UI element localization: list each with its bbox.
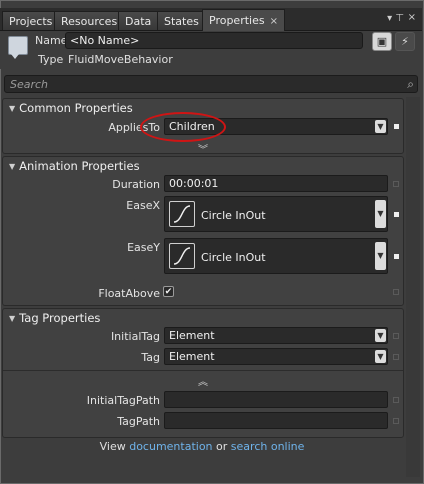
duration-field[interactable]: 00:00:01 [164,175,388,192]
properties-icon: ▣ [376,35,388,48]
name-label: Name [35,34,68,47]
initialtagpath-label: InitialTagPath [86,394,160,407]
chevron-down-icon[interactable]: ▼ [375,242,386,270]
property-marker-icon[interactable] [394,124,399,129]
applies-to-label: AppliesTo [108,121,160,134]
tagpath-field[interactable] [164,412,388,429]
type-value: FluidMoveBehavior [68,53,173,66]
tab-label: Data [125,15,152,28]
footer-text: or [216,440,228,453]
collapse-triangle-icon: ▼ [9,162,16,171]
collapse-advanced-icon[interactable]: ︽ [198,373,208,388]
tab-label: Resources [61,15,118,28]
initialtagpath-field[interactable] [164,391,388,408]
ease-curve-icon [169,243,195,269]
type-label: Type [38,53,64,66]
easey-value: Circle InOut [201,251,266,264]
property-marker-icon[interactable] [393,289,399,295]
scrollbar[interactable] [406,97,420,477]
property-marker-icon[interactable] [393,354,399,360]
chevron-down-icon[interactable]: ▼ [375,350,386,363]
floatabove-checkbox[interactable]: ✔ [163,286,174,297]
documentation-link[interactable]: documentation [129,440,212,453]
initialtag-label: InitialTag [110,330,160,343]
events-view-button[interactable]: ⚡ [395,32,415,51]
easex-label: EaseX [126,199,160,212]
close-icon[interactable]: × [408,12,416,23]
checkmark-icon: ✔ [164,287,173,297]
tab-properties[interactable]: Properties × [202,9,285,31]
collapse-triangle-icon: ▼ [9,104,16,113]
help-footer: View documentation or search online [0,440,404,453]
advanced-divider [3,370,403,371]
property-marker-icon[interactable] [393,397,399,403]
easey-label: EaseY [127,241,160,254]
section-title: Animation Properties [19,159,140,173]
tag-dropdown[interactable]: Element [164,348,388,365]
property-marker-icon[interactable] [394,254,399,259]
object-header: Name <No Name> Type FluidMoveBehavior ▣ … [0,31,422,69]
easex-value: Circle InOut [201,209,266,222]
lightning-icon: ⚡ [401,35,409,48]
collapse-triangle-icon: ▼ [9,314,16,323]
floatabove-label: FloatAbove [98,287,160,300]
applies-to-value: Children [169,120,215,133]
section-title: Common Properties [19,101,133,115]
pin-icon[interactable]: ▾ ⊤ [387,13,404,24]
property-marker-icon[interactable] [393,418,399,424]
ease-curve-icon [169,201,195,227]
panel-tab-strip: Projects Resources Data States Propertie… [0,8,422,31]
property-marker-icon[interactable] [393,181,399,187]
search-icon[interactable]: ⌕ [407,77,414,92]
tab-data[interactable]: Data [118,11,159,30]
chevron-down-icon[interactable]: ▼ [375,200,386,228]
name-field[interactable]: <No Name> [65,32,363,49]
duration-label: Duration [112,178,160,191]
tagpath-label: TagPath [117,415,160,428]
properties-view-button[interactable]: ▣ [372,32,392,51]
tag-label: Tag [141,351,160,364]
section-header[interactable]: ▼ Animation Properties [9,159,140,173]
tab-states[interactable]: States [157,11,206,30]
initialtag-value: Element [169,329,215,342]
section-header[interactable]: ▼ Common Properties [9,101,133,115]
search-input[interactable] [10,76,390,92]
expand-advanced-icon[interactable]: ︾ [198,141,208,156]
easex-dropdown[interactable]: Circle InOut [164,196,388,232]
search-online-link[interactable]: search online [231,440,305,453]
chevron-down-icon[interactable]: ▼ [375,329,386,342]
property-marker-icon[interactable] [393,333,399,339]
initialtag-dropdown[interactable]: Element [164,327,388,344]
section-title: Tag Properties [19,311,101,325]
section-header[interactable]: ▼ Tag Properties [9,311,100,325]
tab-label: Properties [209,14,265,27]
behavior-icon [8,36,28,59]
search-box: ⌕ [4,75,418,93]
tab-label: Projects [9,15,53,28]
footer-text: View [99,440,126,453]
duration-value: 00:00:01 [169,177,219,190]
chevron-down-icon[interactable]: ▼ [375,120,386,133]
property-marker-icon[interactable] [394,212,399,217]
tab-close-icon[interactable]: × [270,16,278,27]
applies-to-dropdown[interactable]: Children [164,118,388,135]
tab-projects[interactable]: Projects [2,11,60,30]
tag-value: Element [169,350,215,363]
tab-label: States [164,15,199,28]
easey-dropdown[interactable]: Circle InOut [164,238,388,274]
tab-resources[interactable]: Resources [54,11,125,30]
